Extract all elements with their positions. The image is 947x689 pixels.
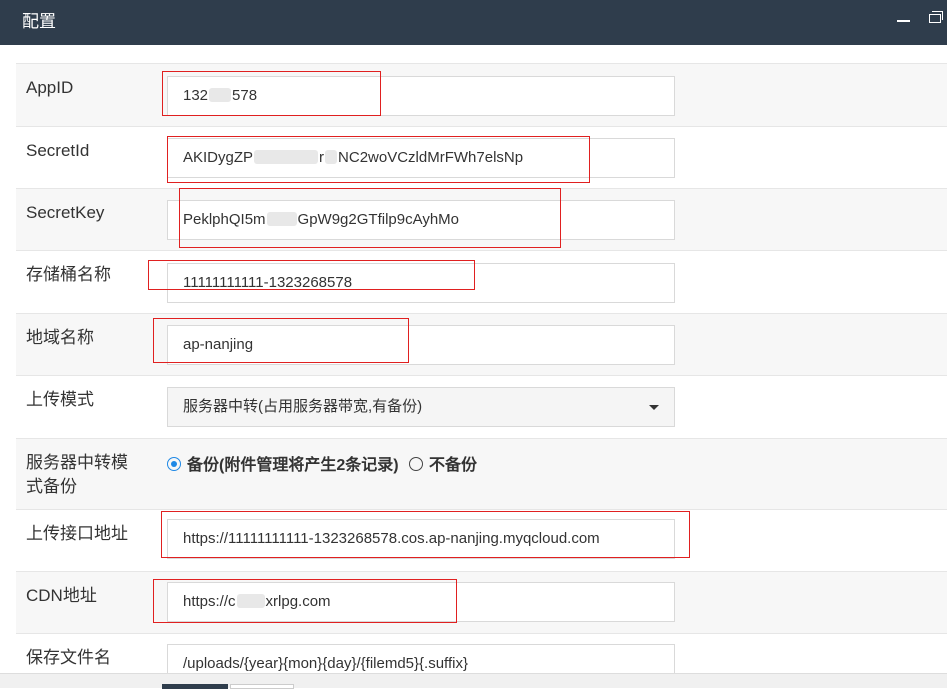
row-secretkey: SecretKey PeklphQI5m GpW9g2GTfilp9cAyhMo bbox=[16, 188, 947, 250]
redaction-blur bbox=[254, 150, 319, 164]
footer-bar bbox=[0, 673, 947, 689]
secretkey-value-start: PeklphQI5m bbox=[183, 211, 266, 228]
secretid-input[interactable]: AKIDygZP r NC2woVCzldMrFWh7elsNp bbox=[167, 138, 675, 178]
backup-radio-group: 备份(附件管理将产生2条记录) 不备份 bbox=[167, 451, 483, 475]
cdn-value-end: xrlpg.com bbox=[265, 593, 331, 610]
row-region: 地域名称 ap-nanjing bbox=[16, 313, 947, 375]
window-title: 配置 bbox=[22, 12, 56, 31]
secretid-value-mid: r bbox=[319, 149, 325, 166]
secretkey-input[interactable]: PeklphQI5m GpW9g2GTfilp9cAyhMo bbox=[167, 200, 675, 240]
restore-icon[interactable] bbox=[929, 11, 943, 23]
secretkey-label: SecretKey bbox=[26, 203, 105, 222]
backup-option-no[interactable]: 不备份 bbox=[409, 451, 477, 475]
row-appid: AppID 132 578 bbox=[16, 63, 947, 126]
window-titlebar: 配置 bbox=[0, 0, 947, 45]
radio-unchecked-icon[interactable] bbox=[409, 457, 424, 471]
row-upload-url: 上传接口地址 https://11111111111-1323268578.co… bbox=[16, 509, 947, 571]
upload-url-label: 上传接口地址 bbox=[26, 524, 128, 543]
confirm-button[interactable] bbox=[162, 684, 228, 689]
redaction-blur bbox=[325, 150, 338, 164]
save-name-input[interactable]: /uploads/{year}{mon}{day}/{filemd5}{.suf… bbox=[167, 644, 675, 673]
region-input[interactable]: ap-nanjing bbox=[167, 325, 675, 365]
appid-value-end: 578 bbox=[232, 87, 258, 104]
upload-mode-select[interactable]: 服务器中转(占用服务器带宽,有备份) bbox=[167, 387, 675, 427]
secretid-value-end: NC2woVCzldMrFWh7elsNp bbox=[338, 149, 524, 166]
backup-label: 服务器中转模式备份 bbox=[26, 453, 128, 496]
save-name-label: 保存文件名 bbox=[26, 648, 111, 667]
appid-input[interactable]: 132 578 bbox=[167, 76, 675, 116]
row-bucket: 存储桶名称 11111111111-1323268578 bbox=[16, 250, 947, 313]
bucket-label: 存储桶名称 bbox=[26, 265, 111, 284]
upload-url-input[interactable]: https://11111111111-1323268578.cos.ap-na… bbox=[167, 519, 675, 559]
secretid-label: SecretId bbox=[26, 141, 90, 160]
upload-mode-selected: 服务器中转(占用服务器带宽,有备份) bbox=[183, 398, 423, 415]
cdn-input[interactable]: https://c xrlpg.com bbox=[167, 582, 675, 622]
row-save-name: 保存文件名 /uploads/{year}{mon}{day}/{filemd5… bbox=[16, 633, 947, 673]
upload-mode-label: 上传模式 bbox=[26, 390, 94, 409]
row-backup: 服务器中转模式备份 备份(附件管理将产生2条记录) 不备份 bbox=[16, 438, 947, 509]
redaction-blur bbox=[209, 88, 232, 102]
secretid-value-start: AKIDygZP bbox=[183, 149, 254, 166]
backup-option-yes[interactable]: 备份(附件管理将产生2条记录) bbox=[167, 451, 399, 475]
redaction-blur bbox=[266, 212, 297, 226]
row-upload-mode: 上传模式 服务器中转(占用服务器带宽,有备份) bbox=[16, 375, 947, 438]
minimize-icon[interactable] bbox=[897, 20, 910, 22]
caret-down-icon bbox=[649, 405, 659, 410]
radio-checked-icon[interactable] bbox=[167, 457, 181, 471]
secretkey-value-end: GpW9g2GTfilp9cAyhMo bbox=[297, 211, 460, 228]
row-cdn: CDN地址 https://c xrlpg.com bbox=[16, 571, 947, 633]
appid-value-start: 132 bbox=[183, 87, 209, 104]
reset-button[interactable] bbox=[230, 684, 294, 689]
bucket-input[interactable]: 11111111111-1323268578 bbox=[167, 263, 675, 303]
redaction-blur bbox=[236, 594, 265, 608]
cdn-label: CDN地址 bbox=[26, 586, 97, 605]
region-label: 地域名称 bbox=[26, 328, 94, 347]
row-secretid: SecretId AKIDygZP r NC2woVCzldMrFWh7elsNp bbox=[16, 126, 947, 188]
appid-label: AppID bbox=[26, 78, 74, 97]
cdn-value-start: https://c bbox=[183, 593, 236, 610]
